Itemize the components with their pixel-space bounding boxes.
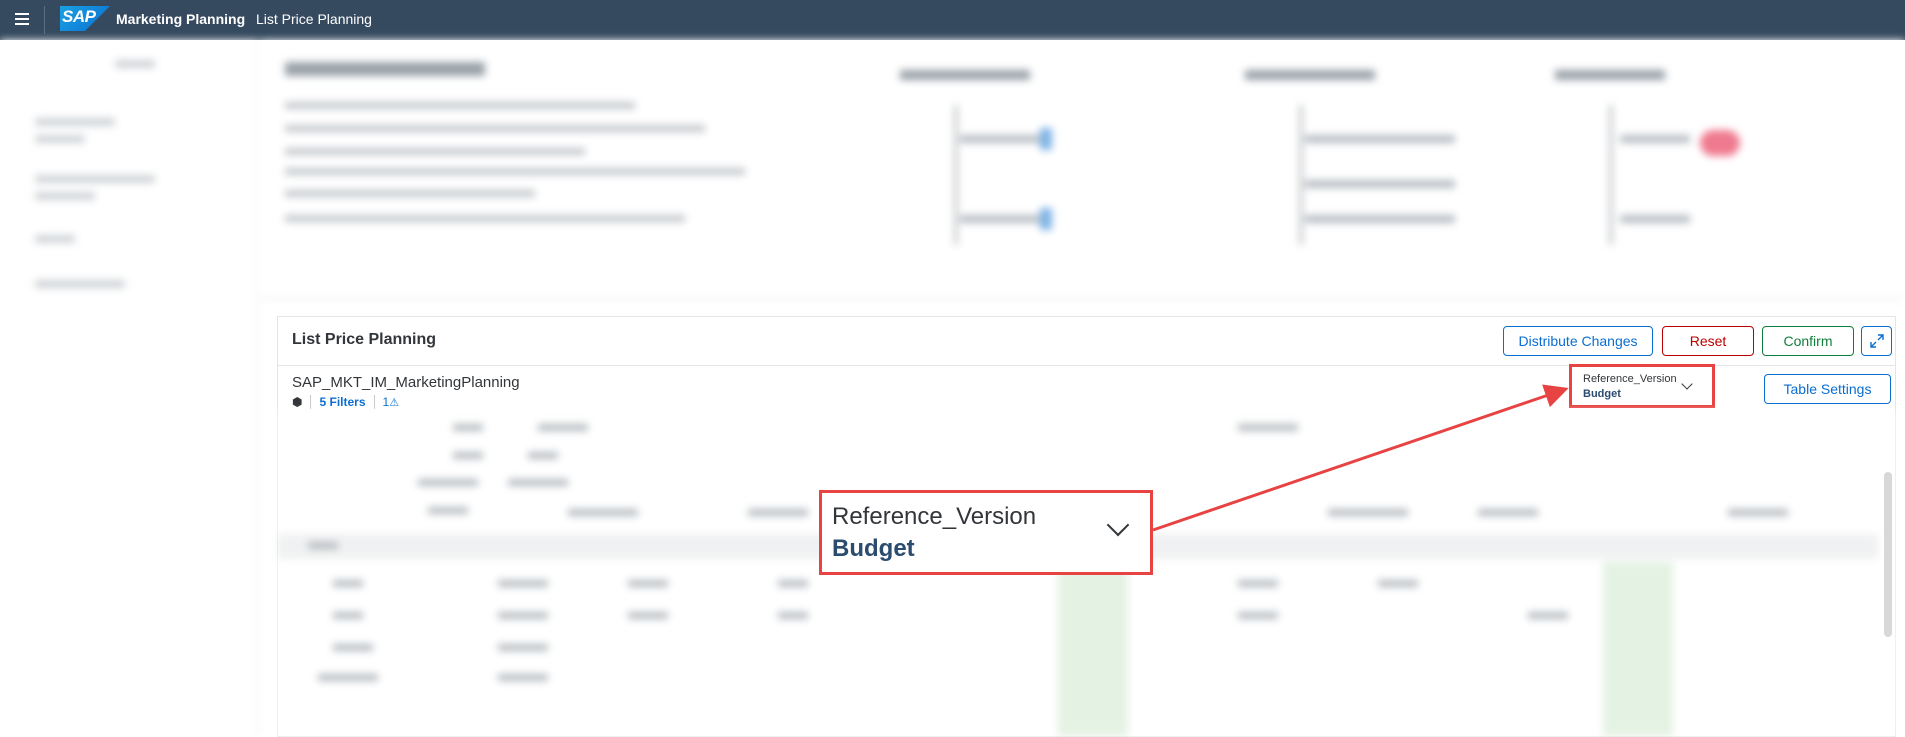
confirm-button[interactable]: Confirm	[1762, 326, 1854, 356]
table-settings-button[interactable]: Table Settings	[1764, 374, 1891, 404]
callout-label: Reference_Version	[832, 503, 1037, 530]
model-name: SAP_MKT_IM_MarketingPlanning	[292, 374, 520, 391]
page-title: List Price Planning	[256, 11, 372, 27]
warnings-link[interactable]: 1⚠	[383, 395, 400, 409]
meta-divider	[310, 395, 312, 409]
header-area	[260, 40, 1905, 299]
card-title: List Price Planning	[292, 331, 437, 348]
vertical-scrollbar[interactable]	[1884, 472, 1892, 637]
sap-logo-text: SAP	[62, 7, 96, 26]
expand-icon	[1869, 334, 1884, 348]
cube-icon: ⬢	[292, 395, 303, 409]
callout-value: Budget	[832, 535, 915, 562]
reference-version-highlight	[1569, 364, 1715, 408]
reference-version-callout: Reference_Version Budget	[819, 490, 1153, 575]
app-title[interactable]: Marketing Planning	[116, 11, 245, 27]
model-meta: ⬢ 5 Filters 1⚠	[292, 395, 399, 409]
warning-triangle-icon: ⚠	[389, 397, 400, 409]
hamburger-menu-icon[interactable]	[12, 10, 32, 30]
distribute-changes-button[interactable]: Distribute Changes	[1503, 326, 1653, 356]
expand-button[interactable]	[1861, 326, 1892, 356]
chevron-down-icon	[1106, 513, 1130, 537]
shell-divider	[44, 6, 45, 34]
shell-bar: SAP Marketing Planning List Price Planni…	[0, 0, 1905, 40]
filters-link[interactable]: 5 Filters	[319, 395, 365, 409]
sidebar	[0, 40, 259, 735]
meta-divider	[373, 395, 375, 409]
reset-button[interactable]: Reset	[1662, 326, 1754, 356]
